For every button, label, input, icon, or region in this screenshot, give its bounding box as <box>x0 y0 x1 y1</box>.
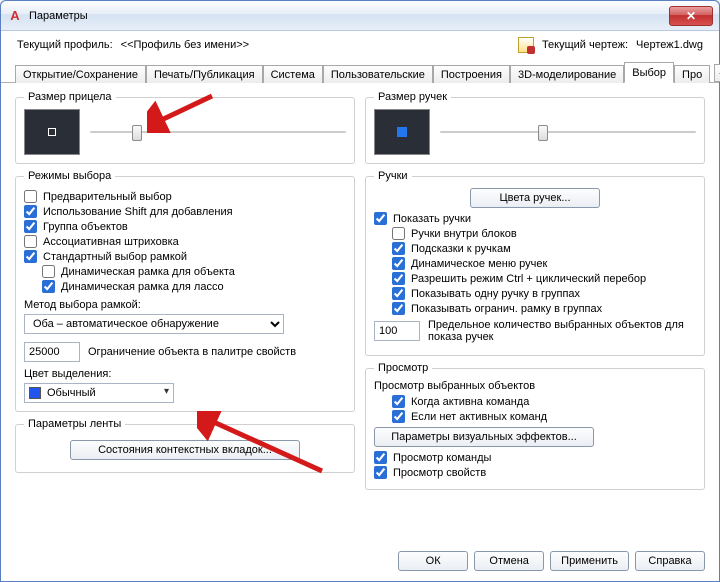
chk-dynamic-grip-menu[interactable] <box>392 257 405 270</box>
tab-plot[interactable]: Печать/Публикация <box>146 65 263 83</box>
window-method-select[interactable]: Оба – автоматическое обнаружение <box>24 314 284 334</box>
chk-dynamic-grip-menu-label: Динамическое меню ручек <box>411 258 547 270</box>
ok-button[interactable]: ОК <box>398 551 468 571</box>
chk-preselect[interactable] <box>24 190 37 203</box>
palette-limit-label: Ограничение объекта в палитре свойств <box>88 346 346 358</box>
grip-size-legend: Размер ручек <box>374 91 451 103</box>
options-dialog: A Параметры ✕ Текущий профиль: <<Профиль… <box>0 0 720 582</box>
highlight-color-label: Цвет выделения: <box>24 368 346 380</box>
grip-colors-button[interactable]: Цвета ручек... <box>470 188 600 208</box>
tab-drafting[interactable]: Построения <box>433 65 510 83</box>
chk-preview-no-cmd-label: Если нет активных команд <box>411 411 547 423</box>
chk-object-group-label: Группа объектов <box>43 221 128 233</box>
left-column: Размер прицела Режимы выбора Предварител… <box>15 91 355 543</box>
chk-preview-cmd-active[interactable] <box>392 395 405 408</box>
preview-group: Просмотр Просмотр выбранных объектов Ког… <box>365 362 705 490</box>
highlight-color-select[interactable]: Обычный <box>24 383 174 403</box>
tab-selection[interactable]: Выбор <box>624 62 674 83</box>
grip-object-limit-label: Предельное количество выбранных объектов… <box>428 319 696 343</box>
profile-row: Текущий профиль: <<Профиль без имени>> Т… <box>1 31 719 61</box>
chk-implied-window-label: Стандартный выбор рамкой <box>43 251 187 263</box>
chk-dyn-obj[interactable] <box>42 265 55 278</box>
chk-property-preview-label: Просмотр свойств <box>393 467 486 479</box>
grip-size-slider[interactable] <box>440 122 696 142</box>
chk-show-grips-label: Показать ручки <box>393 213 471 225</box>
tab-scroll-left[interactable]: ◂ <box>714 64 720 82</box>
pickbox-preview <box>24 109 80 155</box>
content: Размер прицела Режимы выбора Предварител… <box>1 83 719 551</box>
drawing-icon <box>518 37 534 53</box>
visual-effects-button[interactable]: Параметры визуальных эффектов... <box>374 427 594 447</box>
chk-single-grip-group-label: Показывать одну ручку в группах <box>411 288 580 300</box>
ribbon-legend: Параметры ленты <box>24 418 125 430</box>
window-method-label: Метод выбора рамкой: <box>24 299 346 311</box>
current-profile-value: <<Профиль без имени>> <box>121 39 249 51</box>
app-icon: A <box>7 8 23 24</box>
current-drawing-label: Текущий чертеж: <box>542 39 628 51</box>
chk-command-preview[interactable] <box>374 451 387 464</box>
grip-object-limit-input[interactable] <box>374 321 420 341</box>
titlebar: A Параметры ✕ <box>1 1 719 31</box>
chk-shift-add-label: Использование Shift для добавления <box>43 206 233 218</box>
close-button[interactable]: ✕ <box>669 6 713 26</box>
highlight-color-value: Обычный <box>47 387 96 399</box>
chk-preview-cmd-active-label: Когда активна команда <box>411 396 529 408</box>
right-column: Размер ручек Ручки Цвета ручек... Показа <box>365 91 705 543</box>
chk-grip-tips-label: Подсказки к ручкам <box>411 243 511 255</box>
tab-open-save[interactable]: Открытие/Сохранение <box>15 65 146 83</box>
chk-dyn-obj-label: Динамическая рамка для объекта <box>61 266 235 278</box>
chk-grip-tips[interactable] <box>392 242 405 255</box>
color-swatch-icon <box>29 387 41 399</box>
tab-3d[interactable]: 3D-моделирование <box>510 65 624 83</box>
preview-legend: Просмотр <box>374 362 432 374</box>
chk-property-preview[interactable] <box>374 466 387 479</box>
grips-group: Ручки Цвета ручек... Показать ручки Ручк… <box>365 170 705 356</box>
grip-size-group: Размер ручек <box>365 91 705 164</box>
grips-legend: Ручки <box>374 170 412 182</box>
contextual-tabs-button[interactable]: Состояния контекстных вкладок... <box>70 440 300 460</box>
pickbox-slider[interactable] <box>90 122 346 142</box>
chk-grips-in-blocks[interactable] <box>392 227 405 240</box>
selection-modes-group: Режимы выбора Предварительный выбор Испо… <box>15 170 355 412</box>
window-title: Параметры <box>29 10 669 22</box>
tab-row: Открытие/Сохранение Печать/Публикация Си… <box>1 61 719 83</box>
tab-user[interactable]: Пользовательские <box>323 65 433 83</box>
dialog-buttons: ОК Отмена Применить Справка <box>398 551 705 571</box>
tab-system[interactable]: Система <box>263 65 323 83</box>
chk-single-grip-group[interactable] <box>392 287 405 300</box>
preview-objects-label: Просмотр выбранных объектов <box>374 380 696 392</box>
chk-grips-in-blocks-label: Ручки внутри блоков <box>411 228 517 240</box>
chk-show-grips[interactable] <box>374 212 387 225</box>
chk-preview-no-cmd[interactable] <box>392 410 405 423</box>
chk-ctrl-cycle[interactable] <box>392 272 405 285</box>
chk-command-preview-label: Просмотр команды <box>393 452 491 464</box>
pickbox-size-group: Размер прицела <box>15 91 355 164</box>
chk-object-group[interactable] <box>24 220 37 233</box>
apply-button[interactable]: Применить <box>550 551 629 571</box>
current-drawing-value: Чертеж1.dwg <box>636 39 703 51</box>
pickbox-legend: Размер прицела <box>24 91 116 103</box>
current-profile-label: Текущий профиль: <box>17 39 113 51</box>
selection-modes-legend: Режимы выбора <box>24 170 115 182</box>
chk-dyn-lasso-label: Динамическая рамка для лассо <box>61 281 224 293</box>
chk-dyn-lasso[interactable] <box>42 280 55 293</box>
chk-shift-add[interactable] <box>24 205 37 218</box>
chk-ctrl-cycle-label: Разрешить режим Ctrl + циклический переб… <box>411 273 646 285</box>
palette-limit-input[interactable] <box>24 342 80 362</box>
cancel-button[interactable]: Отмена <box>474 551 544 571</box>
chk-assoc-hatch-label: Ассоциативная штриховка <box>43 236 179 248</box>
chk-preselect-label: Предварительный выбор <box>43 191 172 203</box>
ribbon-group: Параметры ленты Состояния контекстных вк… <box>15 418 355 473</box>
chk-implied-window[interactable] <box>24 250 37 263</box>
tab-profiles[interactable]: Про <box>674 65 710 83</box>
chk-assoc-hatch[interactable] <box>24 235 37 248</box>
chk-bbox-group[interactable] <box>392 302 405 315</box>
help-button[interactable]: Справка <box>635 551 705 571</box>
grip-preview <box>374 109 430 155</box>
chk-bbox-group-label: Показывать огранич. рамку в группах <box>411 303 602 315</box>
